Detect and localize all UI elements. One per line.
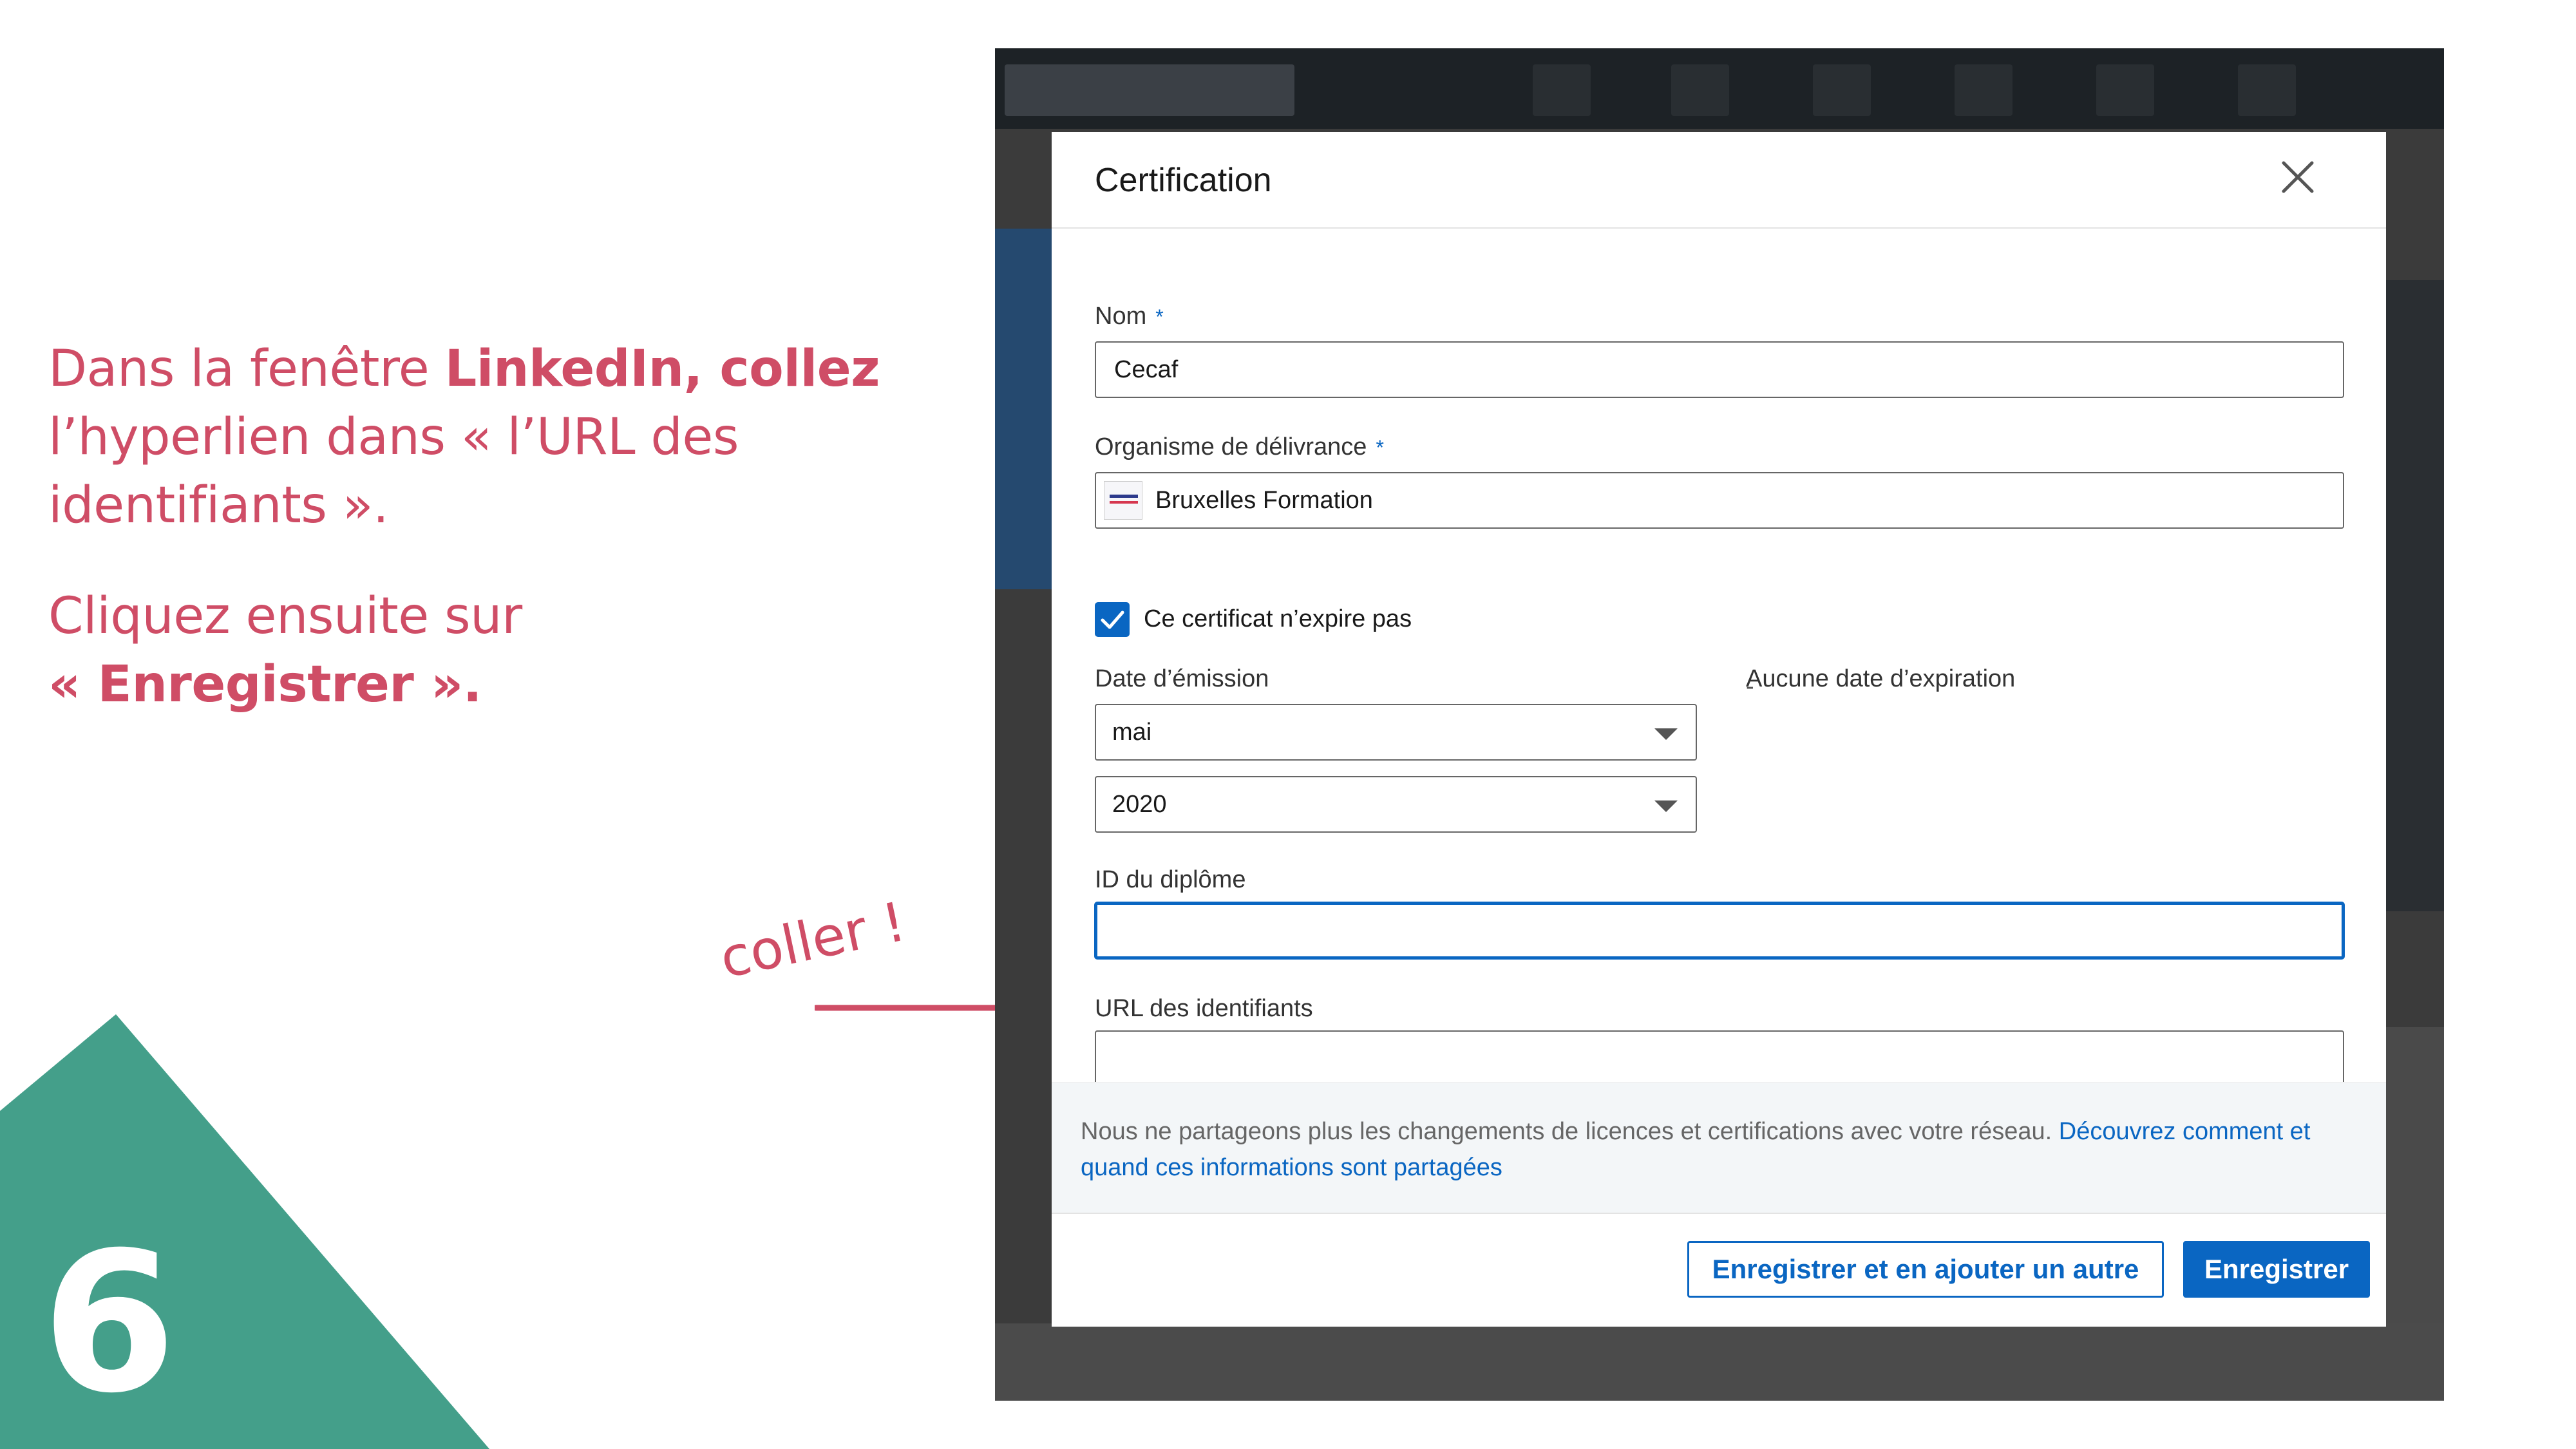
name-label: Nom * — [1095, 303, 1164, 330]
org-value: Bruxelles Formation — [1155, 487, 1373, 514]
credential-url-field[interactable] — [1095, 1030, 2344, 1087]
issue-month-value: mai — [1112, 719, 1152, 746]
chevron-down-icon — [1654, 728, 1678, 740]
paste-annotation: coller ! — [714, 889, 911, 990]
save-and-add-button[interactable]: Enregistrer et en ajouter un autre — [1687, 1241, 2164, 1298]
issue-month-select[interactable]: mai — [1095, 704, 1697, 761]
certification-modal: Certification Nom * Cecaf Organisme de dé… — [1052, 132, 2386, 1327]
no-expiry-label: Ce certificat n’expire pas — [1144, 605, 1412, 632]
linkedin-screenshot: Certification Nom * Cecaf Organisme de dé… — [995, 48, 2444, 1401]
expiry-date-value: - — [1746, 673, 1754, 700]
instruction-line-2: l’hyperlien dans « l’URL des — [48, 408, 739, 466]
instruction-text: Dans la fenêtre LinkedIn, collez l’hyper… — [48, 335, 880, 719]
instruction-line-4: Cliquez ensuite sur — [48, 587, 522, 645]
sidebar-card — [2380, 280, 2444, 911]
org-field[interactable]: Bruxelles Formation — [1095, 472, 2344, 529]
name-label-text: Nom — [1095, 303, 1147, 330]
profile-banner — [995, 229, 1059, 589]
close-icon[interactable] — [2272, 151, 2324, 203]
linkedin-search-bar — [1005, 64, 1294, 116]
credential-id-label: ID du diplôme — [1095, 866, 1246, 893]
instruction-line-3: identifiants ». — [48, 477, 389, 535]
profile-lower-section — [995, 1323, 2444, 1401]
nav-home-icon — [1533, 64, 1591, 116]
expiry-date-label: Aucune date d’expiration — [1746, 665, 2016, 692]
notice-message: Nous ne partageons plus les changements … — [1081, 1118, 2059, 1145]
instruction-line-5-bold: « Enregistrer ». — [48, 656, 482, 714]
credential-id-field[interactable] — [1095, 902, 2344, 959]
org-logo — [1104, 481, 1142, 520]
no-expiry-checkbox[interactable] — [1095, 602, 1130, 637]
name-field[interactable]: Cecaf — [1095, 341, 2344, 398]
save-button[interactable]: Enregistrer — [2183, 1241, 2370, 1298]
checkmark-icon — [1101, 611, 1124, 629]
modal-title: Certification — [1095, 162, 1272, 199]
nav-messaging-icon — [1955, 64, 2012, 116]
instruction-line-1-plain: Dans la fenêtre — [48, 340, 445, 398]
step-number: 6 — [42, 1211, 176, 1435]
issue-date-label: Date d’émission — [1095, 665, 1269, 692]
modal-header: Certification — [1052, 132, 2386, 229]
required-mark: * — [1155, 305, 1164, 328]
issue-year-select[interactable]: 2020 — [1095, 776, 1697, 833]
issue-year-value: 2020 — [1112, 791, 1167, 818]
notice-text: Nous ne partageons plus les changements … — [1081, 1113, 2343, 1186]
instruction-line-5: « Enregistrer ». — [48, 650, 860, 719]
org-label-text: Organisme de délivrance — [1095, 433, 1367, 460]
sharing-notice: Nous ne partageons plus les changements … — [1052, 1082, 2386, 1214]
chevron-down-icon — [1654, 800, 1678, 812]
nav-profile-avatar — [2238, 64, 2296, 116]
instruction-line-1-bold: LinkedIn, collez — [444, 340, 880, 398]
nav-notifications-icon — [2096, 64, 2154, 116]
nav-jobs-icon — [1813, 64, 1871, 116]
required-mark: * — [1376, 436, 1384, 459]
nav-network-icon — [1671, 64, 1729, 116]
org-label: Organisme de délivrance * — [1095, 433, 1384, 461]
instruction-line-1: Dans la fenêtre LinkedIn, collez — [48, 335, 880, 403]
credential-url-label: URL des identifiants — [1095, 995, 1313, 1022]
